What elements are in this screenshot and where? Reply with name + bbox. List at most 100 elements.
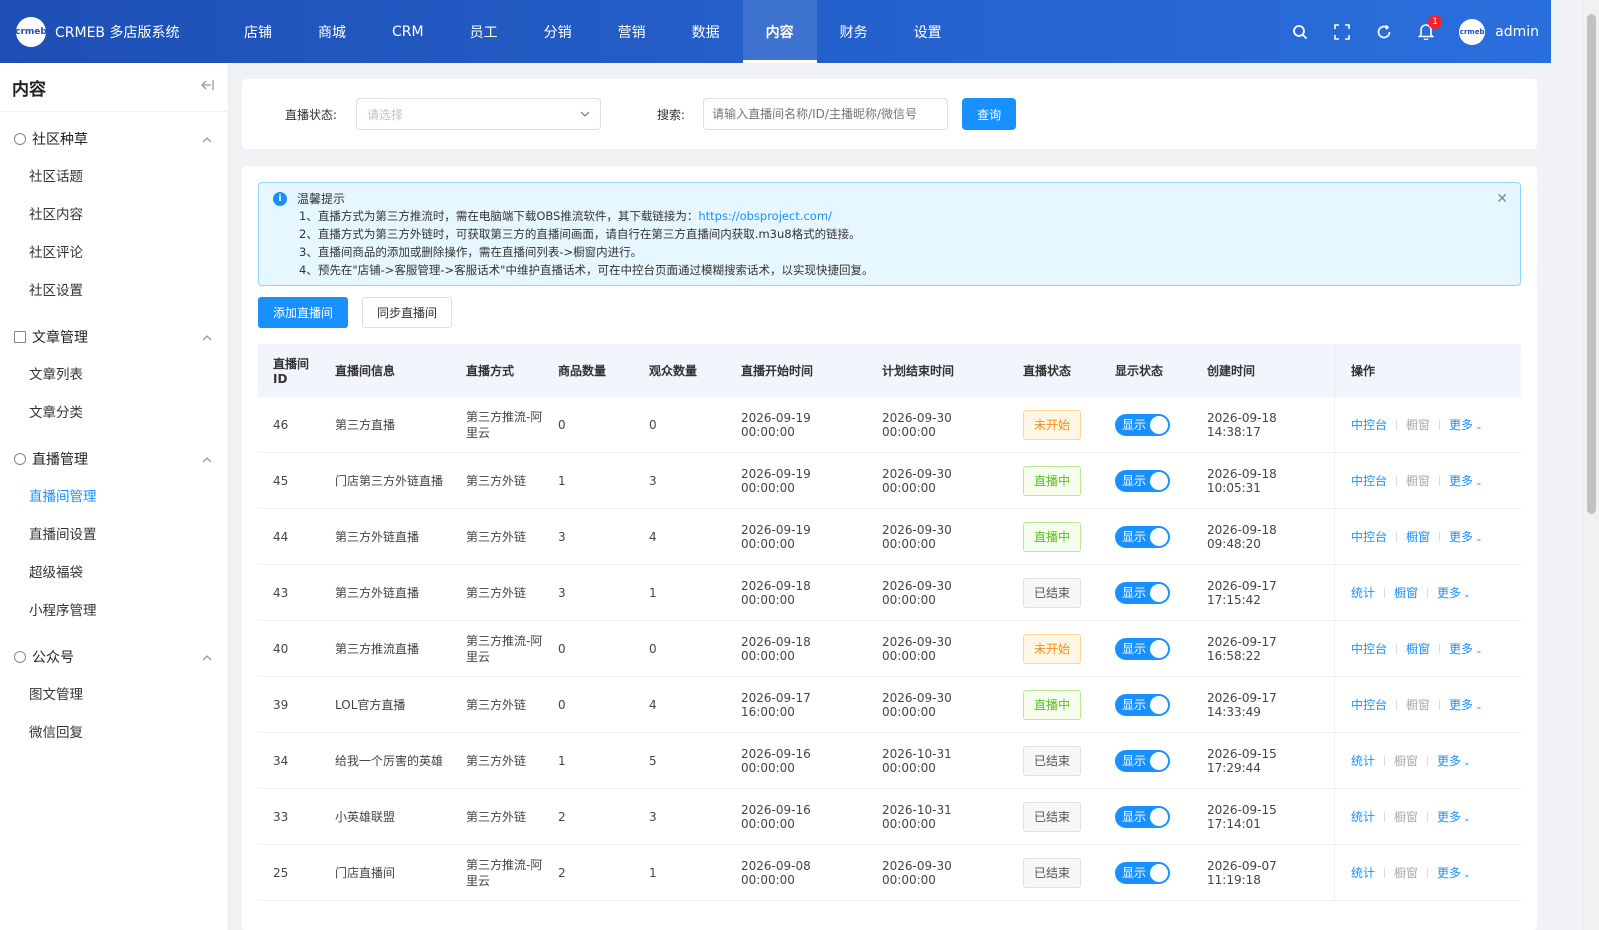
more-dropdown[interactable]: 更多 ⌄ — [1437, 752, 1471, 769]
close-icon[interactable]: ✕ — [1496, 191, 1508, 207]
top-nav: 店铺 商城 CRM 员工 分销 营销 数据 内容 财务 设置 — [221, 0, 965, 63]
showcase-link[interactable]: 橱窗 — [1406, 472, 1430, 489]
action-link-primary[interactable]: 中控台 — [1351, 528, 1387, 545]
sidebar-item[interactable]: 社区话题 — [29, 158, 135, 196]
more-dropdown[interactable]: 更多 ⌄ — [1449, 640, 1483, 657]
top-nav-item[interactable]: 内容 — [742, 0, 817, 63]
cell-actions: 中控台 橱窗 更多 ⌄ — [1334, 677, 1521, 732]
fullscreen-icon[interactable] — [1321, 17, 1363, 47]
sidebar-item[interactable]: 直播间设置 — [29, 516, 135, 554]
more-dropdown[interactable]: 更多 ⌄ — [1449, 528, 1483, 545]
sidebar-item[interactable]: 社区内容 — [29, 196, 135, 234]
notification-badge: 1 — [1428, 14, 1443, 29]
showcase-link[interactable]: 橱窗 — [1406, 416, 1430, 433]
display-toggle[interactable]: 显示 — [1115, 861, 1170, 884]
sidebar-item[interactable]: 微信回复 — [29, 714, 135, 752]
display-toggle[interactable]: 显示 — [1115, 581, 1170, 604]
cell-show: 显示 — [1100, 581, 1192, 604]
action-link-primary[interactable]: 统计 — [1351, 808, 1375, 825]
top-nav-item[interactable]: 店铺 — [221, 0, 295, 63]
cell-name: 第三方推流直播 — [335, 642, 420, 656]
cell-end-time: 2026-09-30 00:00:00 — [882, 466, 952, 495]
add-live-room-button[interactable]: 添加直播间 — [258, 297, 348, 328]
app-logo[interactable]: crmeb CRMEB 多店版系统 — [15, 16, 221, 47]
more-dropdown[interactable]: 更多 ⌄ — [1437, 864, 1471, 881]
chevron-down-icon: ⌄ — [1475, 702, 1483, 712]
bell-icon[interactable]: 1 — [1405, 14, 1447, 47]
action-link-primary[interactable]: 统计 — [1351, 752, 1375, 769]
showcase-link[interactable]: 橱窗 — [1394, 808, 1418, 825]
more-dropdown[interactable]: 更多 ⌄ — [1449, 696, 1483, 713]
top-nav-item[interactable]: CRM — [369, 0, 447, 63]
top-nav-item[interactable]: 财务 — [817, 0, 891, 63]
sidebar-item[interactable]: 超级福袋 — [29, 554, 135, 592]
status-badge: 直播中 — [1023, 689, 1082, 720]
display-toggle[interactable]: 显示 — [1115, 693, 1170, 716]
sidebar-item[interactable]: 文章列表 — [29, 356, 135, 394]
action-link-primary[interactable]: 统计 — [1351, 864, 1375, 881]
chevron-down-icon: ⌄ — [1463, 590, 1471, 600]
search-icon[interactable] — [1279, 17, 1321, 47]
cell-name: 门店第三方外链直播 — [335, 474, 444, 488]
showcase-link[interactable]: 橱窗 — [1406, 696, 1430, 713]
top-nav-item[interactable]: 商城 — [295, 0, 369, 63]
query-button[interactable]: 查询 — [962, 98, 1017, 130]
username[interactable]: admin — [1495, 24, 1539, 40]
sidebar-item[interactable]: 小程序管理 — [29, 592, 135, 630]
cell-created-time: 2026-09-17 17:15:42 — [1207, 578, 1277, 607]
alert-line-4: 4、预先在"店铺->客服管理->客服话术"中维护直播话术，可在中控台页面通过模糊… — [299, 263, 874, 277]
more-dropdown[interactable]: 更多 ⌄ — [1437, 584, 1471, 601]
cell-goods-count: 1 — [558, 753, 566, 768]
display-toggle[interactable]: 显示 — [1115, 637, 1170, 660]
status-select[interactable]: 请选择 — [356, 98, 602, 130]
sidebar-item[interactable]: 社区评论 — [29, 234, 135, 272]
cell-name: 给我一个厉害的英雄 — [335, 754, 444, 768]
search-input[interactable] — [703, 98, 949, 130]
showcase-link[interactable]: 橱窗 — [1406, 528, 1430, 545]
display-toggle[interactable]: 显示 — [1115, 469, 1170, 492]
display-toggle[interactable]: 显示 — [1115, 805, 1170, 828]
scrollbar-thumb[interactable] — [1587, 14, 1596, 514]
sidebar-item[interactable]: 图文管理 — [29, 676, 135, 714]
collapse-icon[interactable] — [200, 79, 214, 95]
obs-download-link[interactable]: https://obsproject.com/ — [698, 209, 832, 223]
top-nav-item[interactable]: 营销 — [595, 0, 669, 63]
cell-mode: 第三方外链 — [466, 473, 527, 488]
sidebar-group-label: 公众号 — [32, 650, 74, 666]
action-link-primary[interactable]: 统计 — [1351, 584, 1375, 601]
sidebar-group-header[interactable]: 公众号 — [0, 644, 228, 670]
sidebar-group-header[interactable]: 文章管理 — [0, 324, 228, 350]
more-dropdown[interactable]: 更多 ⌄ — [1449, 472, 1483, 489]
action-link-primary[interactable]: 中控台 — [1351, 696, 1387, 713]
display-toggle[interactable]: 显示 — [1115, 413, 1170, 436]
vertical-scrollbar[interactable] — [1582, 0, 1599, 930]
more-label: 更多 — [1449, 418, 1474, 432]
showcase-link[interactable]: 橱窗 — [1406, 640, 1430, 657]
cell-end-time: 2026-09-30 00:00:00 — [882, 410, 952, 439]
top-nav-item[interactable]: 数据 — [669, 0, 743, 63]
sidebar-item[interactable]: 文章分类 — [29, 394, 135, 432]
sidebar-group-header[interactable]: 直播管理 — [0, 446, 228, 472]
avatar[interactable]: crmeb — [1459, 18, 1486, 45]
action-link-primary[interactable]: 中控台 — [1351, 416, 1387, 433]
top-nav-item[interactable]: 分销 — [521, 0, 595, 63]
showcase-link[interactable]: 橱窗 — [1394, 752, 1418, 769]
top-nav-item[interactable]: 设置 — [891, 0, 965, 63]
sidebar-item[interactable]: 直播间管理 — [29, 478, 135, 516]
status-select-placeholder: 请选择 — [367, 107, 404, 122]
refresh-icon[interactable] — [1363, 17, 1405, 47]
top-nav-item[interactable]: 员工 — [447, 0, 521, 63]
action-link-primary[interactable]: 中控台 — [1351, 640, 1387, 657]
more-dropdown[interactable]: 更多 ⌄ — [1449, 416, 1483, 433]
action-divider — [1384, 867, 1386, 878]
showcase-link[interactable]: 橱窗 — [1394, 864, 1418, 881]
cell-viewer-count: 0 — [649, 641, 657, 656]
action-link-primary[interactable]: 中控台 — [1351, 472, 1387, 489]
sidebar-item[interactable]: 社区设置 — [29, 272, 135, 310]
sync-live-room-button[interactable]: 同步直播间 — [362, 297, 452, 328]
display-toggle[interactable]: 显示 — [1115, 749, 1170, 772]
sidebar-group-header[interactable]: 社区种草 — [0, 126, 228, 152]
showcase-link[interactable]: 橱窗 — [1394, 584, 1418, 601]
display-toggle[interactable]: 显示 — [1115, 525, 1170, 548]
more-dropdown[interactable]: 更多 ⌄ — [1437, 808, 1471, 825]
